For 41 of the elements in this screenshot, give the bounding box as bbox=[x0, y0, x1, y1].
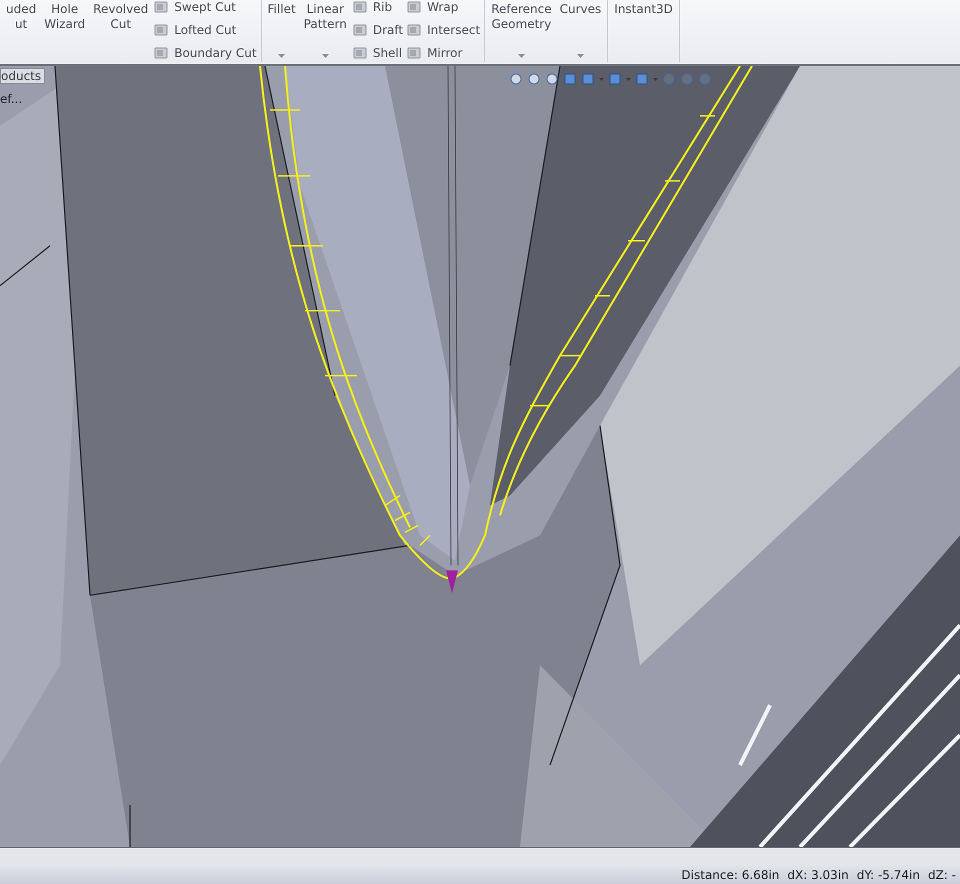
status-text: dY: -5.74in bbox=[856, 868, 920, 882]
ribbon-button[interactable]: Linear Pattern bbox=[302, 2, 349, 32]
feature-icon[interactable] bbox=[352, 46, 367, 60]
caret-icon[interactable] bbox=[518, 54, 525, 58]
caret-icon[interactable] bbox=[626, 78, 631, 80]
ribbon-button[interactable]: Fillet bbox=[266, 2, 298, 17]
highlight-streak bbox=[738, 704, 772, 766]
ribbon-button[interactable]: Swept Cut bbox=[174, 0, 236, 14]
ribbon-button[interactable]: Reference Geometry bbox=[489, 2, 554, 32]
caret-icon[interactable] bbox=[599, 78, 604, 80]
ribbon-button[interactable]: uded ut bbox=[4, 2, 38, 32]
ribbon-button[interactable]: Mirror bbox=[427, 46, 462, 60]
ribbon-button[interactable]: Draft bbox=[372, 23, 404, 37]
status-text: Distance: 6.68in bbox=[681, 868, 780, 882]
ribbon-button[interactable]: Lofted Cut bbox=[174, 23, 236, 37]
direction-arrow-icon bbox=[446, 570, 458, 594]
caret-icon[interactable] bbox=[576, 54, 584, 58]
ribbon-button[interactable]: Instant3D bbox=[612, 2, 675, 17]
caret-icon[interactable] bbox=[278, 54, 286, 58]
feature-icon[interactable] bbox=[407, 0, 422, 14]
ribbon-button[interactable]: Revolved Cut bbox=[91, 2, 150, 32]
feature-icon[interactable] bbox=[154, 0, 168, 14]
ribbon-button[interactable]: Rib bbox=[372, 0, 392, 14]
feature-icon[interactable] bbox=[154, 23, 168, 37]
ribbon-button[interactable]: Boundary Cut bbox=[174, 46, 257, 60]
feature-tree-tab[interactable]: oducts bbox=[0, 68, 46, 84]
feature-icon[interactable] bbox=[154, 46, 168, 60]
ribbon-button[interactable]: Shell bbox=[372, 46, 402, 60]
feature-icon[interactable] bbox=[352, 0, 367, 14]
caret-icon[interactable] bbox=[653, 78, 658, 80]
ribbon-button[interactable]: Hole Wizard bbox=[42, 2, 88, 32]
ribbon-button[interactable]: Curves bbox=[558, 2, 604, 17]
status-text: dZ: - bbox=[928, 868, 956, 882]
status-text: dX: 3.03in bbox=[787, 868, 849, 882]
feature-icon[interactable] bbox=[407, 23, 422, 37]
feature-icon[interactable] bbox=[407, 46, 422, 60]
ribbon-button[interactable]: Wrap bbox=[427, 0, 458, 14]
feature-icon[interactable] bbox=[352, 23, 367, 37]
feature-tree-item[interactable]: ef... bbox=[0, 92, 22, 106]
ribbon-button[interactable]: Intersect bbox=[427, 23, 480, 37]
caret-icon[interactable] bbox=[322, 54, 329, 58]
